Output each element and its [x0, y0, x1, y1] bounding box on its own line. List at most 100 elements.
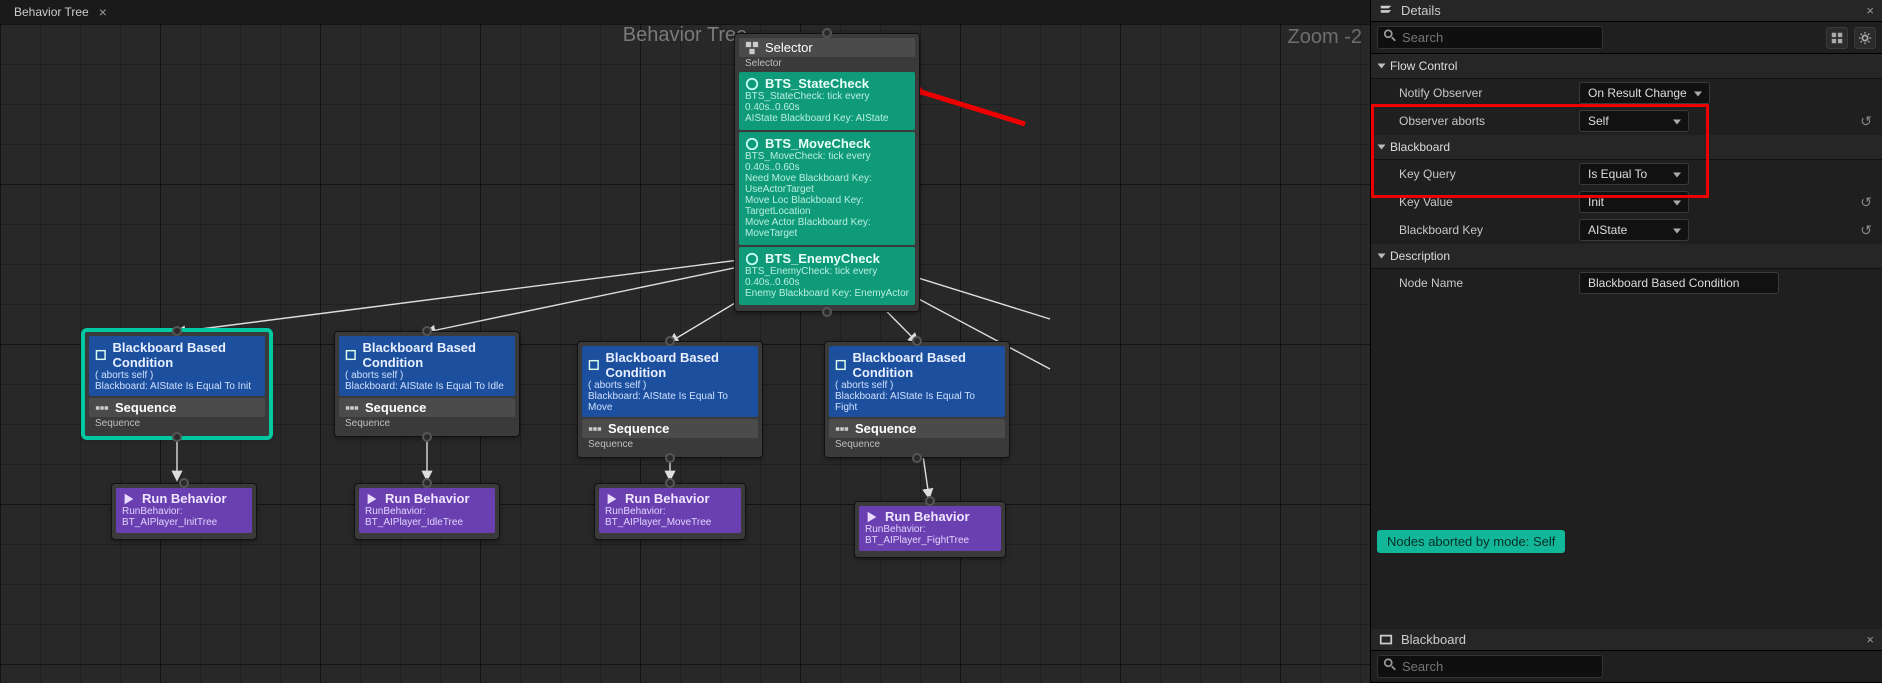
input-pin[interactable] [422, 478, 432, 488]
prop-observer-aborts: Observer aborts Self ↺ [1371, 107, 1882, 135]
service-line: Move Actor Blackboard Key: MoveTarget [745, 217, 909, 239]
decorator-blackboard-condition[interactable]: Blackboard Based Condition ( aborts self… [829, 346, 1005, 417]
prop-key-query: Key Query Is Equal To [1371, 160, 1882, 188]
chevron-down-icon [1378, 145, 1386, 150]
prop-notify-observer: Notify Observer On Result Change [1371, 79, 1882, 107]
node-name-input[interactable]: Blackboard Based Condition [1579, 272, 1779, 294]
seq-sub: Sequence [89, 417, 265, 430]
seq-title: Sequence [608, 421, 669, 436]
notify-observer-dropdown[interactable]: On Result Change [1579, 82, 1710, 104]
prop-label: Notify Observer [1399, 86, 1579, 100]
node-title: Selector [765, 40, 813, 55]
run-icon [365, 492, 379, 506]
blackboard-key-dropdown[interactable]: AIState [1579, 219, 1689, 241]
seq-sub: Sequence [582, 438, 758, 451]
service-line: Enemy Blackboard Key: EnemyActor [745, 288, 909, 299]
output-pin[interactable] [822, 307, 832, 317]
section-flow-control[interactable]: Flow Control [1371, 54, 1882, 79]
sequence-icon [835, 422, 849, 436]
prop-label: Observer aborts [1399, 114, 1579, 128]
input-pin[interactable] [665, 336, 675, 346]
sequence-node-init[interactable]: Blackboard Based Condition ( aborts self… [85, 332, 269, 436]
run-title: Run Behavior [625, 491, 710, 506]
output-pin[interactable] [172, 432, 182, 442]
input-pin[interactable] [422, 326, 432, 336]
section-label: Description [1390, 249, 1450, 263]
prop-label: Key Value [1399, 195, 1579, 209]
input-pin[interactable] [172, 326, 182, 336]
node-subtitle: Selector [739, 57, 915, 70]
selector-node[interactable]: Selector Selector BTS_StateCheck BTS_Sta… [735, 34, 919, 311]
sequence-icon [588, 422, 602, 436]
details-search-input[interactable] [1377, 26, 1603, 49]
run-behavior-idle[interactable]: Run BehaviorRunBehavior: BT_AIPlayer_Idl… [355, 484, 499, 539]
reset-icon[interactable]: ↺ [1860, 222, 1872, 239]
service-movecheck[interactable]: BTS_MoveCheck BTS_MoveCheck: tick every … [739, 132, 915, 245]
service-line: AIState Blackboard Key: AIState [745, 113, 909, 124]
seq-sub: Sequence [339, 417, 515, 430]
run-sub: RunBehavior: BT_AIPlayer_InitTree [122, 506, 246, 528]
sequence-header: Sequence [829, 419, 1005, 438]
sequence-header: Sequence [89, 398, 265, 417]
blackboard-tab[interactable]: Blackboard × [1371, 629, 1882, 651]
close-icon[interactable]: × [99, 4, 107, 20]
service-title: BTS_EnemyCheck [765, 251, 880, 266]
run-behavior-init[interactable]: Run BehaviorRunBehavior: BT_AIPlayer_Ini… [112, 484, 256, 539]
reset-icon[interactable]: ↺ [1860, 194, 1872, 211]
sequence-node-idle[interactable]: Blackboard Based Condition ( aborts self… [335, 332, 519, 436]
details-tab[interactable]: Details × [1371, 0, 1882, 22]
input-pin[interactable] [925, 496, 935, 506]
run-behavior-move[interactable]: Run BehaviorRunBehavior: BT_AIPlayer_Mov… [595, 484, 745, 539]
run-title: Run Behavior [142, 491, 227, 506]
top-tab-bar: Behavior Tree × [0, 0, 115, 24]
service-title: BTS_MoveCheck [765, 136, 870, 151]
close-icon[interactable]: × [1866, 632, 1874, 647]
seq-title: Sequence [365, 400, 426, 415]
blackboard-search-input[interactable] [1377, 655, 1603, 678]
graph-title: Behavior Tree [623, 24, 748, 47]
input-pin[interactable] [822, 28, 832, 38]
sequence-node-fight[interactable]: Blackboard Based Condition ( aborts self… [825, 342, 1009, 457]
condition-icon [588, 358, 600, 372]
input-pin[interactable] [179, 478, 189, 488]
section-blackboard[interactable]: Blackboard [1371, 135, 1882, 160]
service-enemycheck[interactable]: BTS_EnemyCheck BTS_EnemyCheck: tick ever… [739, 247, 915, 305]
key-query-dropdown[interactable]: Is Equal To [1579, 163, 1689, 185]
output-pin[interactable] [422, 432, 432, 442]
input-pin[interactable] [665, 478, 675, 488]
decorator-blackboard-condition[interactable]: Blackboard Based Condition ( aborts self… [339, 336, 515, 396]
prop-key-value: Key Value Init ↺ [1371, 188, 1882, 216]
output-pin[interactable] [912, 453, 922, 463]
run-behavior-fight[interactable]: Run BehaviorRunBehavior: BT_AIPlayer_Fig… [855, 502, 1005, 557]
condition-icon [835, 358, 847, 372]
blackboard-icon [1379, 633, 1393, 647]
node-header: Selector [739, 38, 915, 57]
sequence-node-move[interactable]: Blackboard Based Condition ( aborts self… [578, 342, 762, 457]
service-icon [745, 77, 759, 91]
settings-button[interactable] [1854, 27, 1876, 49]
decor-aborts: ( aborts self ) [345, 370, 509, 381]
sequence-icon [345, 401, 359, 415]
decorator-blackboard-condition[interactable]: Blackboard Based Condition ( aborts self… [582, 346, 758, 417]
output-pin[interactable] [665, 453, 675, 463]
sequence-header: Sequence [582, 419, 758, 438]
selector-icon [745, 41, 759, 55]
search-icon [1383, 28, 1397, 47]
graph-canvas[interactable]: Behavior Tree Zoom -2 Selector [0, 24, 1370, 683]
chevron-down-icon [1378, 254, 1386, 259]
view-options-button[interactable] [1826, 27, 1848, 49]
input-pin[interactable] [912, 336, 922, 346]
key-value-dropdown[interactable]: Init [1579, 191, 1689, 213]
run-title: Run Behavior [885, 509, 970, 524]
search-icon [1383, 657, 1397, 676]
decorator-blackboard-condition[interactable]: Blackboard Based Condition ( aborts self… [89, 336, 265, 396]
tab-behavior-tree[interactable]: Behavior Tree × [6, 1, 115, 23]
service-statecheck[interactable]: BTS_StateCheck BTS_StateCheck: tick ever… [739, 72, 915, 130]
details-icon [1379, 4, 1393, 18]
prop-label: Key Query [1399, 167, 1579, 181]
reset-icon[interactable]: ↺ [1860, 113, 1872, 130]
observer-aborts-dropdown[interactable]: Self [1579, 110, 1689, 132]
close-icon[interactable]: × [1866, 3, 1874, 18]
decor-cond: Blackboard: AIState Is Equal To Fight [835, 391, 999, 413]
section-description[interactable]: Description [1371, 244, 1882, 269]
